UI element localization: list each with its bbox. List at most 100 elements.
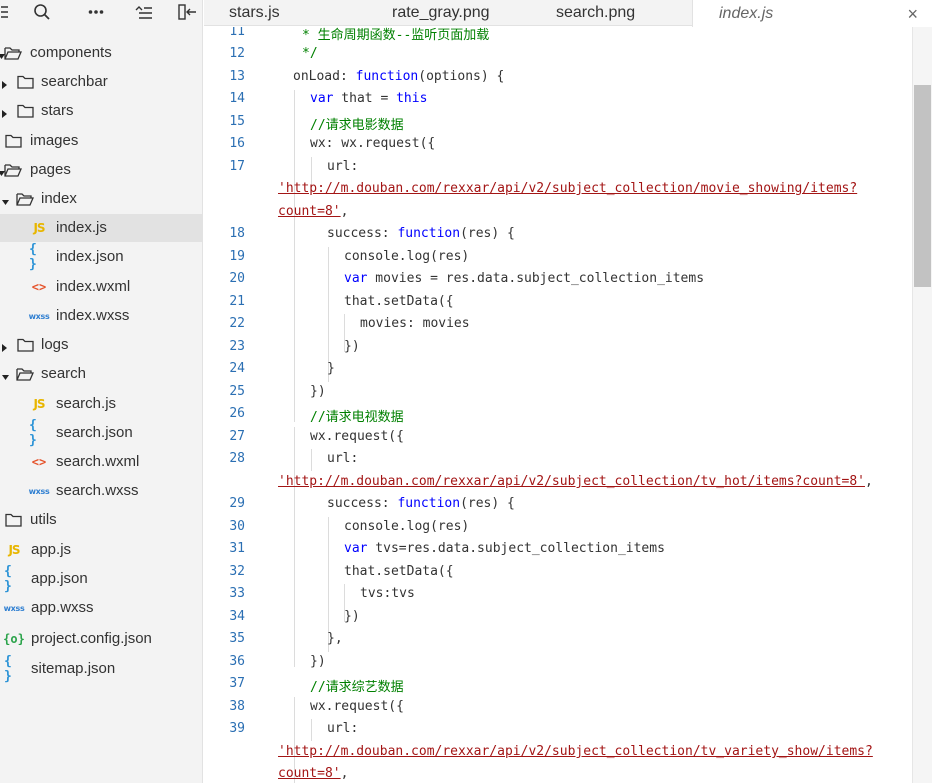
tree-item[interactable]: { } sitemap.json: [0, 654, 202, 684]
indent-guide: [294, 90, 295, 422]
code-line: * 生命周期函数--监听页面加载: [302, 28, 490, 43]
chevron-right-icon[interactable]: [1, 340, 9, 352]
code-line: }): [344, 339, 360, 354]
line-number: 11: [229, 27, 245, 39]
tree-item-label: stars: [41, 102, 74, 119]
folder-open-icon: [4, 162, 22, 178]
folder-icon: [16, 337, 34, 353]
code-line: wx.request({: [310, 699, 404, 714]
tree-item-label: search.js: [56, 395, 117, 412]
chevron-right-icon[interactable]: [1, 77, 9, 89]
line-number: 34: [229, 609, 245, 624]
code-line: wx.request({: [310, 429, 404, 444]
collapse-menu-icon[interactable]: [0, 0, 12, 24]
tree-item-label: index.wxss: [56, 307, 130, 324]
tree-item[interactable]: JS index.js: [0, 214, 202, 242]
line-number: 25: [229, 384, 245, 399]
config-file-icon: {o}: [3, 632, 25, 646]
tab-label: stars.js: [229, 4, 280, 21]
tree-item[interactable]: JS search.js: [0, 390, 202, 418]
line-number: 12: [229, 46, 245, 61]
tree-item[interactable]: { } app.json: [0, 564, 202, 594]
outline-icon[interactable]: [131, 0, 157, 24]
code-comment: //请求综艺数据: [310, 680, 404, 695]
json-file-icon: { }: [4, 654, 12, 684]
tree-item-label: search.wxss: [56, 482, 139, 499]
wxss-file-icon: wxss: [28, 311, 50, 321]
code-line: wx: wx.request({: [310, 136, 436, 151]
vertical-scrollbar[interactable]: [912, 27, 932, 783]
code-line: onLoad: function(options) {: [293, 69, 505, 84]
code-line: console.log(res): [344, 249, 470, 264]
tree-item[interactable]: wxss index.wxss: [0, 302, 202, 330]
tree-item-label: index.js: [56, 219, 107, 236]
json-file-icon: { }: [29, 242, 37, 272]
code-line: var tvs=res.data.subject_collection_item…: [344, 541, 665, 556]
js-file-icon: JS: [33, 397, 45, 411]
folder-open-icon: [4, 45, 22, 61]
close-icon[interactable]: ×: [907, 4, 918, 25]
chevron-right-icon[interactable]: [1, 106, 9, 118]
js-file-icon: JS: [33, 221, 45, 235]
tree-item-label: index: [41, 190, 77, 207]
tree-item[interactable]: images: [0, 127, 202, 155]
tree-item[interactable]: wxss search.wxss: [0, 477, 202, 505]
line-number: 23: [229, 339, 245, 354]
tree-item[interactable]: searchbar: [0, 68, 202, 96]
tree-item[interactable]: { } search.json: [0, 418, 202, 448]
code-line: url:: [327, 451, 359, 466]
split-panel-icon[interactable]: [175, 0, 201, 24]
code-line: },: [327, 631, 343, 646]
scrollbar-thumb[interactable]: [914, 85, 931, 287]
wxss-file-icon: wxss: [3, 603, 25, 613]
tree-item[interactable]: pages: [0, 156, 202, 184]
tree-item[interactable]: components: [0, 39, 202, 67]
code-line: }): [310, 384, 326, 399]
line-number: 14: [229, 91, 245, 106]
line-number: 18: [229, 226, 245, 241]
tree-item[interactable]: search: [0, 360, 202, 388]
line-number: 29: [229, 496, 245, 511]
tree-item-label: project.config.json: [31, 630, 152, 647]
tab-label: index.js: [719, 4, 774, 22]
tab-index-js[interactable]: index.js ×: [692, 0, 932, 27]
tree-item[interactable]: index: [0, 185, 202, 213]
tree-item-label: utils: [30, 511, 57, 528]
code-line: that.setData({: [344, 294, 454, 309]
line-number: 21: [229, 294, 245, 309]
tree-item[interactable]: JS app.js: [0, 536, 202, 564]
tree-item[interactable]: <> search.wxml: [0, 448, 202, 476]
tree-item[interactable]: stars: [0, 97, 202, 125]
indent-guide: [311, 449, 312, 471]
code-line: tvs:tvs: [360, 586, 415, 601]
tree-item[interactable]: wxss app.wxss: [0, 594, 202, 622]
tree-item[interactable]: {o} project.config.json: [0, 625, 202, 653]
line-number: 35: [229, 631, 245, 646]
tab-stars-js[interactable]: stars.js: [229, 0, 280, 26]
code-editor[interactable]: 11 12 13 14 15 16 17 18 19 20 21 22 23 24 25 26 27 28 29 30…: [204, 27, 912, 783]
tree-item-label: logs: [41, 336, 69, 353]
code-comment: //请求电影数据: [310, 118, 404, 133]
tree-item-label: components: [30, 44, 112, 61]
wxml-file-icon: <>: [31, 280, 47, 294]
chevron-down-icon[interactable]: [1, 194, 9, 205]
search-icon[interactable]: [29, 0, 55, 24]
line-number: 15: [229, 114, 245, 129]
line-number: 22: [229, 316, 245, 331]
indent-guide: [311, 719, 312, 741]
line-number: 33: [229, 586, 245, 601]
tree-item[interactable]: utils: [0, 506, 202, 534]
code-line: movies: movies: [360, 316, 470, 331]
tree-item[interactable]: logs: [0, 331, 202, 359]
line-number: 24: [229, 361, 245, 376]
code-line: var movies = res.data.subject_collection…: [344, 271, 705, 286]
tree-item[interactable]: <> index.wxml: [0, 273, 202, 301]
tree-item[interactable]: { } index.json: [0, 242, 202, 272]
wxml-file-icon: <>: [31, 455, 47, 469]
json-file-icon: { }: [4, 564, 12, 594]
tab-rate-gray-png[interactable]: rate_gray.png: [392, 0, 490, 26]
chevron-down-icon[interactable]: [1, 369, 9, 380]
tab-search-png[interactable]: search.png: [556, 0, 635, 26]
line-number: 30: [229, 519, 245, 534]
more-icon[interactable]: [83, 0, 109, 24]
